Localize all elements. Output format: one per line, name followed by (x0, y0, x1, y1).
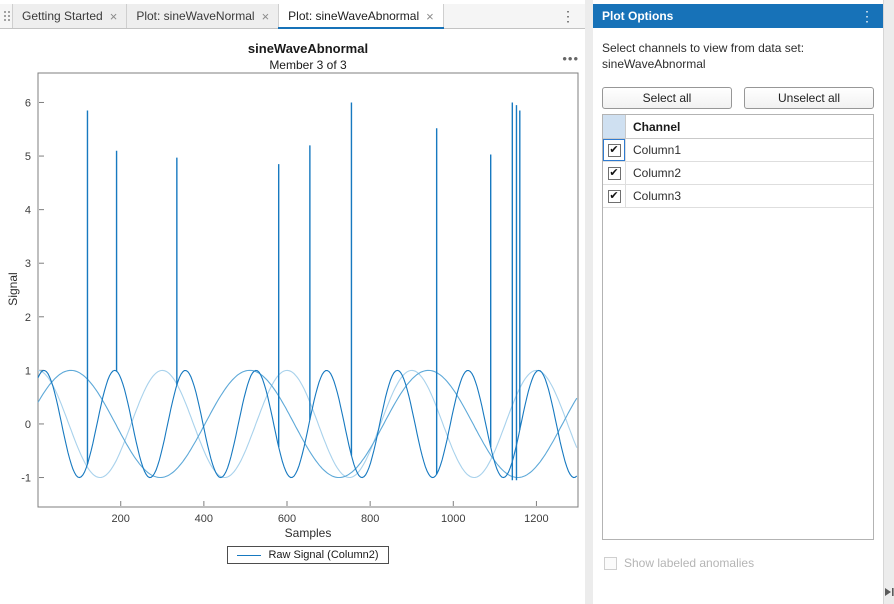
show-labeled-anomalies-option: Show labeled anomalies (604, 556, 754, 570)
close-icon[interactable]: × (262, 10, 270, 23)
channel-name[interactable]: Column3 (626, 185, 873, 207)
svg-text:200: 200 (112, 513, 130, 525)
svg-text:400: 400 (195, 513, 213, 525)
checkbox-cell[interactable]: ✔ (603, 162, 626, 184)
svg-text:1000: 1000 (441, 513, 465, 525)
figure-panel: sineWaveAbnormal Member 3 of 3 ••• Signa… (0, 29, 585, 604)
x-axis-label: Samples (38, 526, 578, 540)
show-anomalies-checkbox[interactable] (604, 557, 617, 570)
table-row[interactable]: ✔ Column1 (603, 139, 873, 162)
channel-table-header: Channel (603, 115, 873, 139)
document-area: Getting Started × Plot: sineWaveNormal ×… (0, 0, 585, 604)
panel-description-line2: sineWaveAbnormal (602, 56, 874, 72)
tab-bar-grip-icon[interactable] (2, 9, 11, 23)
table-row[interactable]: ✔ Column2 (603, 162, 873, 185)
svg-text:1200: 1200 (524, 513, 548, 525)
panel-menu-icon[interactable]: ⋮ (860, 8, 874, 25)
svg-text:1: 1 (25, 365, 31, 377)
select-all-button[interactable]: Select all (602, 87, 732, 109)
show-anomalies-label: Show labeled anomalies (624, 556, 754, 570)
collapse-strip (883, 0, 894, 604)
svg-text:6: 6 (25, 97, 31, 109)
svg-text:4: 4 (25, 205, 31, 217)
svg-text:-1: -1 (21, 473, 31, 485)
close-icon[interactable]: × (426, 10, 434, 23)
plot-title: sineWaveAbnormal (38, 41, 578, 56)
channel-table: Channel ✔ Column1 ✔ Column2 ✔ (602, 114, 874, 540)
channel-name[interactable]: Column1 (626, 139, 873, 161)
channel-name[interactable]: Column2 (626, 162, 873, 184)
svg-text:3: 3 (25, 258, 31, 270)
plot-options-ellipsis-icon[interactable]: ••• (562, 51, 579, 66)
legend-line-swatch (237, 555, 261, 556)
legend: Raw Signal (Column2) (38, 546, 578, 564)
legend-box: Raw Signal (Column2) (227, 546, 388, 564)
svg-text:0: 0 (25, 419, 31, 431)
tab-label: Getting Started (22, 9, 103, 23)
svg-text:600: 600 (278, 513, 296, 525)
tab-label: Plot: sineWaveNormal (136, 9, 254, 23)
channel-column-header: Channel (626, 115, 873, 138)
checkbox-column-header[interactable] (603, 115, 626, 138)
plot-options-panel: Plot Options ⋮ Select channels to view f… (593, 0, 883, 604)
panel-body: Select channels to view from data set: s… (593, 28, 883, 604)
dock-arrow-icon[interactable] (884, 586, 894, 598)
signal-plot[interactable]: 200 400 600 800 1000 1200 -1 0 1 2 3 4 5 6 (12, 72, 590, 538)
column2-checkbox[interactable]: ✔ (608, 167, 621, 180)
tab-plot-sinewavenormal[interactable]: Plot: sineWaveNormal × (126, 4, 279, 28)
checkbox-cell[interactable]: ✔ (603, 185, 626, 207)
close-icon[interactable]: × (110, 10, 118, 23)
plot-subtitle: Member 3 of 3 (38, 58, 578, 72)
svg-text:800: 800 (361, 513, 379, 525)
tab-getting-started[interactable]: Getting Started × (12, 4, 127, 28)
pane-divider (585, 0, 593, 604)
tab-label: Plot: sineWaveAbnormal (288, 9, 419, 23)
checkbox-cell[interactable]: ✔ (603, 139, 626, 161)
svg-text:2: 2 (25, 312, 31, 324)
tab-plot-sinewaveabnormal[interactable]: Plot: sineWaveAbnormal × (278, 4, 444, 28)
unselect-all-button[interactable]: Unselect all (744, 87, 874, 109)
table-row[interactable]: ✔ Column3 (603, 185, 873, 208)
document-tab-bar: Getting Started × Plot: sineWaveNormal ×… (0, 4, 585, 29)
column1-checkbox[interactable]: ✔ (608, 144, 621, 157)
column3-checkbox[interactable]: ✔ (608, 190, 621, 203)
panel-header: Plot Options ⋮ (593, 4, 883, 28)
legend-label: Raw Signal (Column2) (268, 549, 378, 561)
tab-overflow-menu-icon[interactable]: ⋮ (551, 8, 585, 25)
panel-title: Plot Options (602, 9, 673, 23)
panel-description-line1: Select channels to view from data set: (602, 40, 874, 56)
svg-text:5: 5 (25, 151, 31, 163)
app-window: Getting Started × Plot: sineWaveNormal ×… (0, 0, 894, 604)
